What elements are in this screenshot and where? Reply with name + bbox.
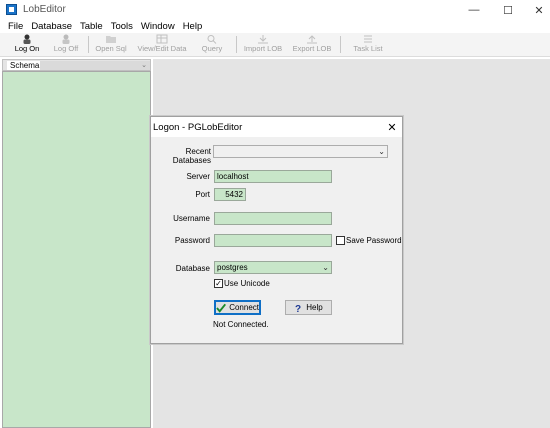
- menu-tools[interactable]: Tools: [107, 21, 137, 32]
- task-list-icon: [364, 35, 372, 43]
- log-off-button[interactable]: Log Off: [50, 33, 82, 56]
- use-unicode-checkbox[interactable]: ✓: [214, 279, 223, 288]
- username-input[interactable]: [214, 212, 332, 225]
- database-value: postgres: [217, 263, 248, 272]
- title-bar: LobEditor — ☐ ✕: [0, 0, 550, 20]
- server-input[interactable]: localhost: [214, 170, 332, 183]
- task-list-label: Task List: [353, 44, 383, 53]
- log-on-button[interactable]: Log On: [10, 33, 44, 56]
- toolbar-separator: [236, 36, 237, 53]
- server-label: Server: [186, 172, 210, 181]
- connect-button[interactable]: Connect: [214, 300, 261, 315]
- chevron-down-icon: ⌄: [378, 147, 385, 156]
- open-sql-label: Open Sql: [95, 44, 127, 53]
- connection-status: Not Connected.: [213, 320, 269, 329]
- menu-table[interactable]: Table: [76, 21, 107, 32]
- menu-bar: File Database Table Tools Window Help: [0, 19, 550, 33]
- open-sql-button[interactable]: Open Sql: [93, 33, 129, 56]
- menu-file[interactable]: File: [4, 21, 27, 32]
- recent-databases-label: Recent Databases: [172, 147, 211, 165]
- checkmark-icon: [216, 303, 226, 313]
- export-lob-label: Export LOB: [292, 44, 332, 53]
- svg-text:?: ?: [295, 304, 301, 313]
- menu-database[interactable]: Database: [27, 21, 76, 32]
- query-icon: [207, 35, 217, 44]
- query-label: Query: [201, 44, 223, 53]
- import-icon: [258, 35, 268, 44]
- dialog-title-bar: Logon - PGLobEditor ✕: [151, 117, 402, 137]
- help-label: Help: [306, 303, 323, 312]
- port-label: Port: [195, 190, 210, 199]
- help-question-icon: ?: [295, 304, 301, 313]
- save-password-label: Save Password: [346, 236, 402, 245]
- password-input[interactable]: [214, 234, 332, 247]
- username-label: Username: [173, 214, 210, 223]
- save-password-checkbox[interactable]: [336, 236, 345, 245]
- port-input[interactable]: 5432: [214, 188, 246, 201]
- toolbar-separator: [340, 36, 341, 53]
- task-list-button[interactable]: Task List: [350, 33, 386, 56]
- log-off-icon: [62, 34, 70, 44]
- help-button[interactable]: ? Help: [285, 300, 332, 315]
- maximize-button[interactable]: ☐: [493, 0, 523, 20]
- close-button[interactable]: ✕: [524, 0, 550, 20]
- open-folder-icon: [106, 36, 116, 43]
- use-unicode-label: Use Unicode: [224, 279, 270, 288]
- export-lob-button[interactable]: Export LOB: [292, 33, 332, 56]
- schema-tree-panel[interactable]: [2, 71, 151, 428]
- menu-window[interactable]: Window: [137, 21, 179, 32]
- chevron-down-icon: ⌄: [322, 263, 329, 272]
- dialog-close-button[interactable]: ✕: [384, 119, 400, 135]
- minimize-button[interactable]: —: [459, 0, 489, 20]
- grid-icon: [156, 34, 168, 44]
- password-label: Password: [174, 236, 210, 245]
- import-lob-button[interactable]: Import LOB: [243, 33, 283, 56]
- import-lob-label: Import LOB: [243, 44, 283, 53]
- view-edit-data-button[interactable]: View/Edit Data: [135, 33, 189, 56]
- logon-dialog: Logon - PGLobEditor ✕ Recent Databases ⌄…: [150, 116, 403, 344]
- log-off-label: Log Off: [53, 44, 79, 53]
- connect-label: Connect: [229, 303, 259, 312]
- database-combo[interactable]: postgres ⌄: [214, 261, 332, 274]
- export-icon: [307, 35, 317, 44]
- schema-dropdown[interactable]: ⌄: [40, 61, 150, 70]
- schema-header: Schema ⌄: [2, 59, 151, 71]
- schema-label: Schema: [7, 61, 44, 70]
- query-button[interactable]: Query: [198, 33, 226, 56]
- log-on-label: Log On: [14, 44, 40, 53]
- toolbar: Log On Log Off Open Sql View/Edit Data Q…: [0, 33, 550, 57]
- view-edit-data-label: View/Edit Data: [137, 44, 187, 53]
- chevron-down-icon: ⌄: [141, 62, 147, 69]
- database-label: Database: [175, 264, 210, 273]
- dialog-title: Logon - PGLobEditor: [153, 122, 243, 133]
- window-title: LobEditor: [23, 4, 66, 15]
- log-on-icon: [23, 34, 31, 44]
- recent-databases-combo[interactable]: ⌄: [213, 145, 388, 158]
- menu-help[interactable]: Help: [179, 21, 207, 32]
- app-icon: [6, 4, 17, 15]
- toolbar-separator: [88, 36, 89, 53]
